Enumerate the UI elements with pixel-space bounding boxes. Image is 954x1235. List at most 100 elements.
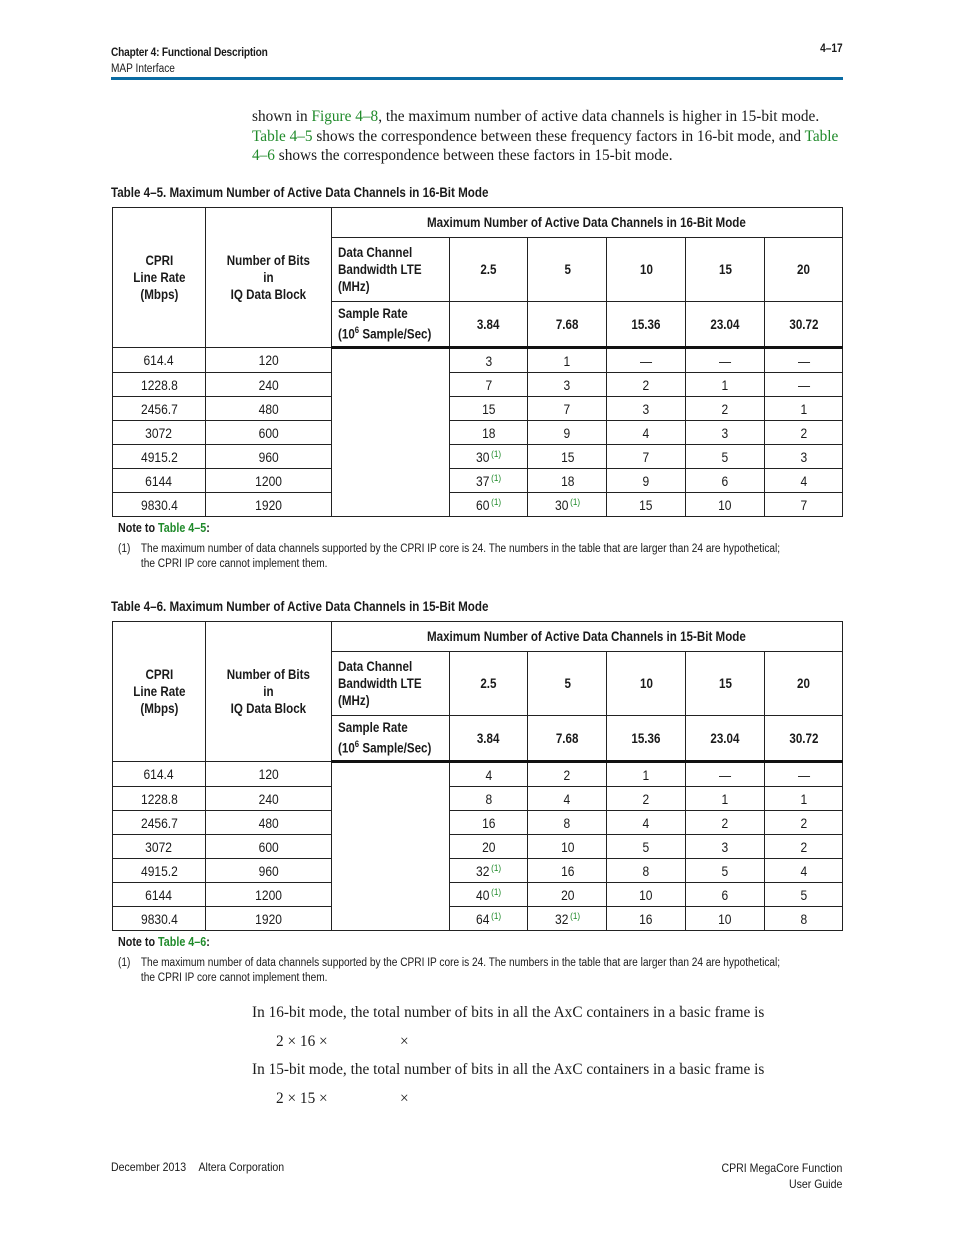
footer-date: December 2013 <box>111 1160 187 1174</box>
header-bandwidth: 15 <box>685 651 766 716</box>
note-text: The maximum number of data channels supp… <box>140 957 781 969</box>
table-4-5-link[interactable]: Table 4–5 <box>252 128 313 145</box>
figure-4-8-link[interactable]: Figure 4–8 <box>312 108 379 125</box>
cell-channels: 4 <box>606 420 687 445</box>
cell-channels: 2 <box>606 372 687 397</box>
cell-channels: 10 <box>606 882 687 907</box>
cell-bits: 600 <box>204 834 332 859</box>
equation-times: × <box>400 1033 409 1050</box>
note-text-cont: the CPRI IP core cannot implement them. <box>140 557 328 570</box>
cell-channels: 10 <box>527 834 608 859</box>
cell-line-rate: 6144 <box>112 882 206 907</box>
header-sample-rate: 23.04 <box>685 301 766 349</box>
cell-bits: 600 <box>204 420 332 445</box>
cell-channels: 1 <box>764 396 843 421</box>
footnote-ref[interactable]: (1) <box>491 473 501 484</box>
cell-channels: 4 <box>764 468 843 493</box>
note-title-colon: : <box>206 935 210 949</box>
header-bandwidth: 10 <box>606 237 687 302</box>
cell-channels: — <box>685 347 766 373</box>
chapter-title: Chapter 4: Functional Description <box>111 47 268 59</box>
sample-rate-exponent: 6 <box>354 325 359 336</box>
cell-channels: 40 (1) <box>448 882 529 907</box>
note-title-text: Note to <box>118 935 159 949</box>
cell-line-rate: 3072 <box>112 420 206 445</box>
cell-channels: 18 <box>448 420 529 445</box>
page-number: 4–17 <box>820 43 843 55</box>
footnote-ref[interactable]: (1) <box>570 497 580 508</box>
sample-rate-label-text: Sample Rate <box>337 306 408 322</box>
note-title: Note to Table 4–5: <box>118 521 210 535</box>
cell-channels: 4 <box>764 858 843 883</box>
intro-text: shows the correspondence between these f… <box>312 127 805 145</box>
sample-rate-label-text: Sample Rate <box>337 720 408 736</box>
table-row: 614.4 120 4 2 1— — <box>112 761 843 931</box>
cell-channels: 6 <box>685 882 766 907</box>
header-rule <box>111 77 843 80</box>
footnote-ref[interactable]: (1) <box>491 863 501 874</box>
cell-channels: 2 <box>606 786 687 811</box>
cell-empty <box>330 761 450 931</box>
sample-rate-base: (10 <box>337 326 355 342</box>
header-line-rate: CPRI Line Rate (Mbps) <box>112 207 206 348</box>
cell-channels: 8 <box>527 810 608 835</box>
note-table-link[interactable]: Table 4–5 <box>158 521 206 535</box>
cell-channels: 30 (1) <box>448 444 529 469</box>
sample-rate-unit: Sample/Sec) <box>358 326 432 342</box>
footnote-ref[interactable]: (1) <box>491 911 501 922</box>
cell-channels: 3 <box>685 834 766 859</box>
cell-channels: — <box>764 761 843 787</box>
cell-channels: 7 <box>764 492 843 517</box>
cell-bits: 960 <box>204 444 332 469</box>
cell-channels: — <box>764 372 843 397</box>
section-title: MAP Interface <box>111 63 175 75</box>
footnote-ref[interactable]: (1) <box>570 911 580 922</box>
cell-bits: 240 <box>204 372 332 397</box>
cell-channels: 2 <box>527 761 608 787</box>
cell-line-rate: 1228.8 <box>112 372 206 397</box>
paragraph-15bit: In 15-bit mode, the total number of bits… <box>252 1061 765 1078</box>
cell-channels: 15 <box>606 492 687 517</box>
equation-times: × <box>400 1090 409 1107</box>
footer-product: CPRI MegaCore Function <box>721 1161 842 1175</box>
cell-line-rate: 4915.2 <box>112 444 206 469</box>
header-bandwidth: 5 <box>527 237 608 302</box>
table-row: 4915.2 960 32 (1) 16 8 5 4 <box>112 858 843 883</box>
note-title: Note to Table 4–6: <box>118 935 210 949</box>
cell-bits: 480 <box>204 810 332 835</box>
intro-paragraph: shown in Figure 4–8, the maximum number … <box>252 107 852 166</box>
cell-channels: 32 (1) <box>527 906 608 931</box>
cell-channels: 4 <box>527 786 608 811</box>
footnote-ref[interactable]: (1) <box>491 497 501 508</box>
cell-channels: 2 <box>764 834 843 859</box>
header-bits: Number of Bits in IQ Data Block <box>204 207 332 348</box>
table-caption: Table 4–6. Maximum Number of Active Data… <box>111 599 489 614</box>
cell-line-rate: 9830.4 <box>112 492 206 517</box>
cell-bits: 1200 <box>204 882 332 907</box>
cell-channels: 3 <box>527 372 608 397</box>
header-sample-rate: 23.04 <box>685 715 766 763</box>
header-group: Maximum Number of Active Data Channels i… <box>330 207 844 238</box>
table-row: 614.4 120 3 1— — — <box>112 347 843 517</box>
header-sample-rate: 15.36 <box>606 301 687 349</box>
cell-line-rate: 9830.4 <box>112 906 206 931</box>
cell-channels: 8 <box>606 858 687 883</box>
header-bandwidth: 15 <box>685 237 766 302</box>
cell-channels: 1 <box>606 761 687 787</box>
cell-channels: 32 (1) <box>448 858 529 883</box>
table-row: 4915.2 960 30 (1) 15 7 5 3 <box>112 444 843 469</box>
header-bandwidth-label: Data Channel Bandwidth LTE (MHz) <box>330 651 450 716</box>
cell-channels: 20 <box>448 834 529 859</box>
footnote-ref[interactable]: (1) <box>491 449 501 460</box>
footnote-ref[interactable]: (1) <box>491 887 501 898</box>
header-bandwidth: 10 <box>606 651 687 716</box>
header-sample-rate-label: Sample Rate (106 Sample/Sec) <box>330 301 450 349</box>
cell-bits: 120 <box>204 347 332 373</box>
header-sample-rate: 7.68 <box>527 715 608 763</box>
table-row: 3072 600 20 10 5 3 2 <box>112 834 843 859</box>
note-number: (1) <box>118 543 131 555</box>
cell-bits: 1920 <box>204 906 332 931</box>
cell-channels: 2 <box>685 396 766 421</box>
note-table-link[interactable]: Table 4–6 <box>158 935 206 949</box>
cell-channels: 30 (1) <box>527 492 608 517</box>
